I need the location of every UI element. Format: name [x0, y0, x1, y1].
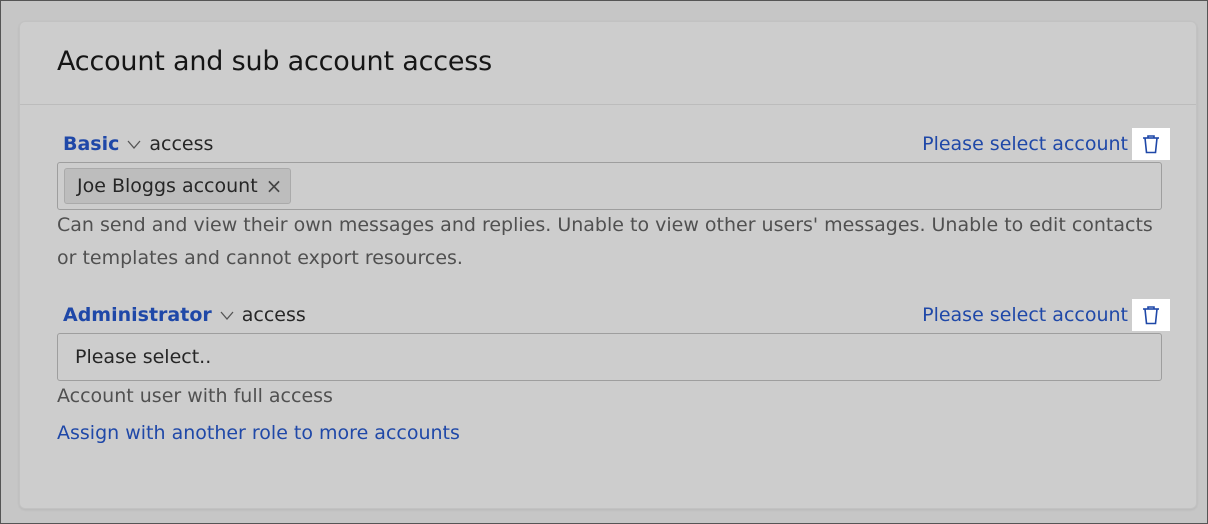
access-label: access: [149, 133, 214, 155]
trash-icon: [1143, 135, 1159, 154]
trash-icon: [1143, 306, 1159, 325]
page-frame: Account and sub account access Basic acc…: [0, 0, 1208, 524]
delete-role-button[interactable]: [1132, 299, 1170, 331]
chip-label: Joe Bloggs account: [77, 175, 258, 197]
delete-role-button[interactable]: [1132, 128, 1170, 160]
role-dropdown-basic[interactable]: Basic: [57, 133, 149, 155]
assign-another-role-link[interactable]: Assign with another role to more account…: [57, 422, 460, 444]
role-label: Basic: [63, 133, 120, 155]
role-row-basic: Basic access Please select account: [57, 128, 1170, 160]
role-description-administrator: Account user with full access: [57, 385, 333, 407]
select-placeholder: Please select..: [75, 346, 212, 368]
chevron-down-icon: [127, 140, 141, 149]
access-label: access: [241, 304, 306, 326]
account-select-basic[interactable]: Joe Bloggs account ×: [57, 162, 1162, 210]
row-actions: Please select account: [922, 299, 1170, 331]
account-select-administrator[interactable]: Please select..: [57, 333, 1162, 381]
role-dropdown-administrator[interactable]: Administrator: [57, 304, 242, 326]
row-actions: Please select account: [922, 128, 1170, 160]
role-label: Administrator: [63, 304, 212, 326]
select-account-link[interactable]: Please select account: [922, 304, 1128, 326]
role-row-administrator: Administrator access Please select accou…: [57, 299, 1170, 331]
page-title: Account and sub account access: [57, 46, 493, 77]
chevron-down-icon: [220, 311, 234, 320]
card-header: Account and sub account access: [20, 22, 1196, 105]
select-account-link[interactable]: Please select account: [922, 133, 1128, 155]
access-card: Account and sub account access Basic acc…: [19, 21, 1197, 509]
selected-account-chip: Joe Bloggs account ×: [64, 168, 292, 204]
role-description-basic: Can send and view their own messages and…: [57, 214, 1153, 269]
close-icon[interactable]: ×: [266, 176, 283, 196]
